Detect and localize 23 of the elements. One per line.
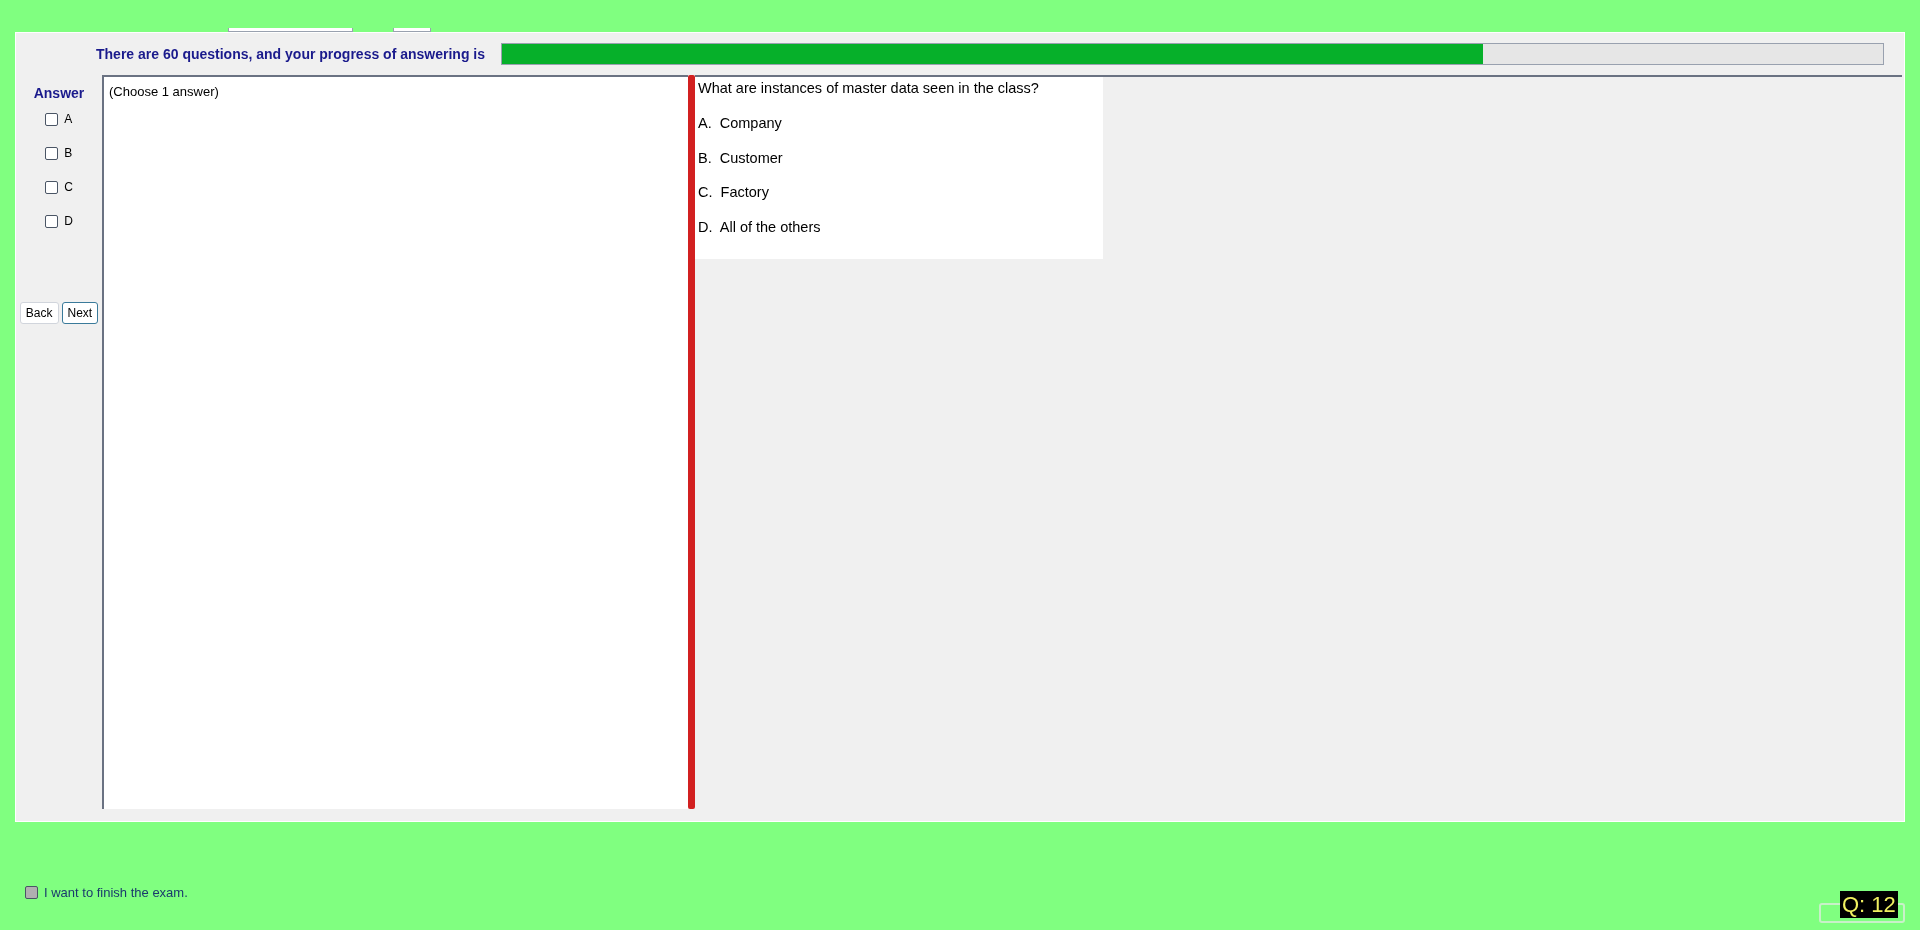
option-checkbox[interactable] bbox=[45, 180, 59, 194]
choice-text: A. Company bbox=[698, 113, 783, 133]
option-checkbox[interactable] bbox=[45, 112, 59, 126]
option-checkbox[interactable] bbox=[45, 146, 59, 160]
question-number: Q: 12 bbox=[1840, 891, 1898, 918]
choice-text: C. Factory bbox=[698, 183, 770, 203]
answer-heading: Answer bbox=[33, 84, 85, 103]
option-label: B bbox=[64, 145, 73, 162]
nav-button[interactable]: Next bbox=[61, 302, 99, 324]
input-field[interactable] bbox=[393, 28, 431, 32]
progress-label: There are 60 questions, and your progress of answering is bbox=[96, 44, 485, 64]
answer-text-area[interactable]: (Choose 1 answer) bbox=[102, 75, 688, 809]
option-label: A bbox=[64, 111, 73, 128]
choice-text: D. All of the others bbox=[698, 218, 822, 237]
finish-label: I want to finish the exam. bbox=[44, 884, 188, 902]
choice-text: B. Customer bbox=[698, 148, 784, 168]
dropdown-field[interactable] bbox=[228, 28, 353, 32]
finish-checkbox[interactable] bbox=[25, 886, 38, 900]
nav-button[interactable]: Back bbox=[19, 302, 59, 324]
question-text: What are instances of master data seen in the class? bbox=[698, 79, 1040, 98]
option-checkbox[interactable] bbox=[45, 214, 59, 228]
option-label: C bbox=[64, 179, 73, 196]
option-label: D bbox=[64, 213, 73, 230]
